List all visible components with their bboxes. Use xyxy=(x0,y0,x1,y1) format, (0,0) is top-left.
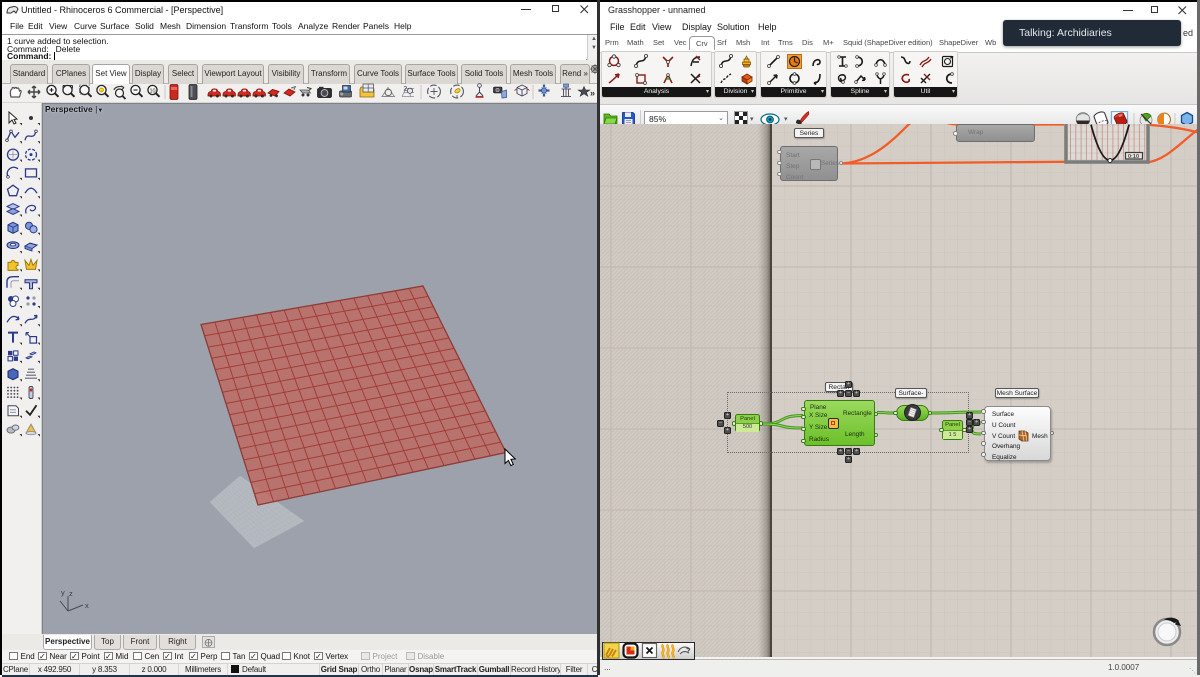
svg-text:0:10: 0:10 xyxy=(1128,154,1139,160)
svg-text:x: x xyxy=(85,601,89,610)
svg-text:z: z xyxy=(69,589,73,598)
svg-text:y: y xyxy=(61,588,65,597)
